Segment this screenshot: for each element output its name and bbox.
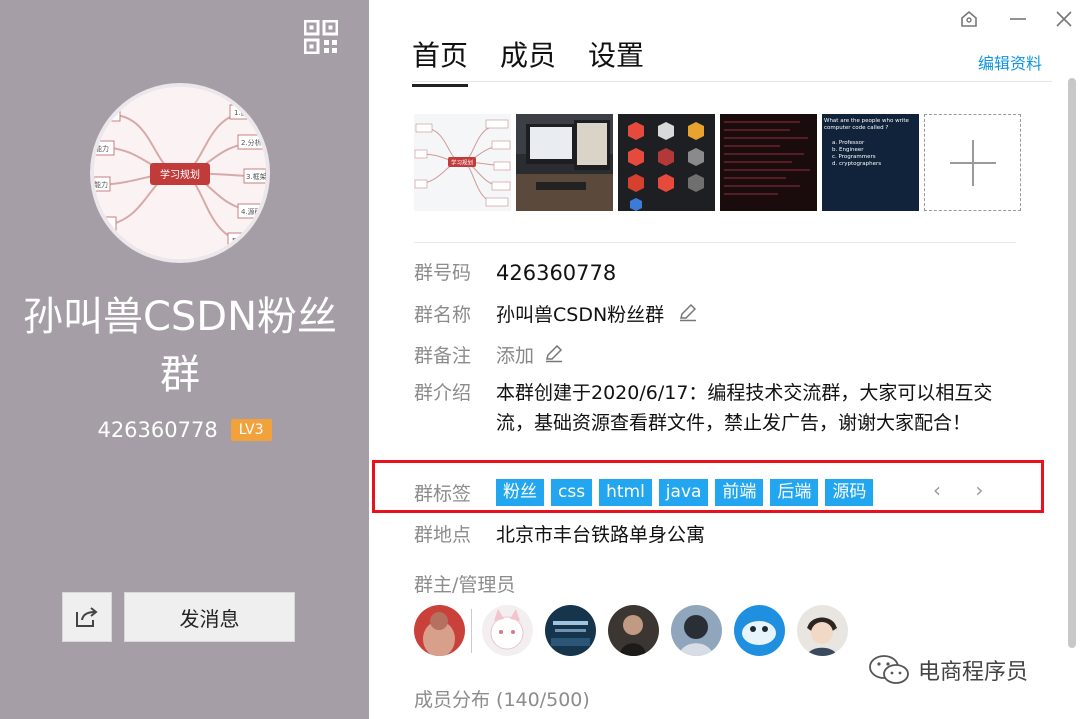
group-location-row: 群地点 北京市丰台铁路单身公寓 — [414, 520, 705, 550]
quiz-option-a: a. Professor — [832, 140, 865, 146]
edit-remark-icon[interactable] — [544, 342, 564, 372]
admin-avatar[interactable] — [608, 605, 659, 656]
photo-terminal[interactable] — [720, 114, 817, 211]
share-button[interactable] — [62, 592, 112, 642]
admins-label: 群主/管理员 — [414, 574, 516, 596]
minimize-icon[interactable] — [1007, 8, 1029, 30]
admin-avatar[interactable] — [734, 605, 785, 656]
group-intro-text: 本群创建于2020/6/17：编程技术交流群，大家可以相互交流，基础资源查看群文… — [496, 382, 993, 434]
watermark: 电商程序员 — [868, 653, 1028, 687]
group-intro-row: 群介绍 本群创建于2020/6/17：编程技术交流群，大家可以相互交流，基础资源… — [414, 378, 1016, 438]
tab-settings[interactable]: 设置 — [588, 34, 644, 87]
photo-desk-setup[interactable] — [516, 114, 613, 211]
mindmap-node-5: 5.开发 — [232, 236, 253, 245]
admin-avatar[interactable] — [545, 605, 596, 656]
group-number-label: 群号码 — [414, 262, 472, 284]
quiz-question: What are the people who write computer c… — [824, 118, 909, 131]
mindmap-node-1: 1.操作 — [234, 108, 255, 117]
admin-avatar[interactable] — [414, 605, 465, 656]
group-id-text: 426360778 — [97, 418, 218, 442]
group-name-value: 孙叫兽CSDN粉丝群 — [496, 300, 698, 331]
quiz-option-c: c. Programmers — [832, 154, 876, 160]
level-badge: LV3 — [230, 419, 272, 441]
group-remark-label: 群备注 — [414, 345, 472, 367]
photo-mindmap[interactable]: 学习规划 — [414, 114, 511, 211]
group-location-value: 北京市丰台铁路单身公寓 — [496, 524, 706, 546]
mindmap-node-2: 2.分析 — [241, 138, 262, 147]
scrollbar[interactable] — [1068, 78, 1076, 648]
photo-mindmap-center: 学习规划 — [451, 159, 473, 167]
mindmap-node-8: 能力 — [94, 180, 108, 189]
tab-members[interactable]: 成员 — [500, 34, 556, 87]
group-intro-label: 群介绍 — [414, 382, 472, 404]
group-remark-row: 群备注 添加 — [414, 341, 564, 372]
mindmap-node-4: 4.源码 — [241, 207, 262, 216]
mindmap-node-6: 能力 — [97, 110, 111, 119]
quiz-option-d: d. cryptographers — [832, 161, 882, 167]
group-id-row: 426360778 LV3 — [0, 418, 369, 442]
mindmap-node-7: 能力 — [95, 144, 109, 153]
wechat-icon — [869, 655, 909, 684]
qr-code-icon[interactable] — [303, 19, 339, 55]
group-remark-value[interactable]: 添加 — [496, 341, 564, 372]
pin-icon[interactable] — [958, 8, 980, 30]
edit-name-icon[interactable] — [678, 301, 698, 331]
plus-icon — [949, 139, 996, 186]
group-name-row: 群名称 孙叫兽CSDN粉丝群 — [414, 300, 698, 331]
watermark-text: 电商程序员 — [918, 660, 1029, 685]
group-location-label: 群地点 — [414, 524, 472, 546]
admin-avatar-list — [414, 605, 860, 656]
send-message-button[interactable]: 发消息 — [124, 592, 295, 642]
tab-bar: 首页 成员 设置 — [412, 34, 676, 87]
add-remark-text[interactable]: 添加 — [496, 345, 534, 367]
admin-avatar[interactable] — [671, 605, 722, 656]
group-profile-panel: 1.操作 2.分析 3.框架 4.源码 5.开发 能力 能力 能力 能力 学习规… — [0, 0, 369, 719]
group-name-title: 孙叫兽CSDN粉丝群 — [22, 294, 338, 398]
group-avatar[interactable]: 1.操作 2.分析 3.框架 4.源码 5.开发 能力 能力 能力 能力 学习规… — [90, 83, 270, 263]
mindmap-node-9: 能力 — [96, 220, 110, 229]
share-icon — [76, 607, 98, 627]
mindmap-center-text: 学习规划 — [160, 168, 200, 181]
group-photo-strip: 学习规划 What are the people who write compu… — [414, 114, 1021, 211]
add-photo-button[interactable] — [924, 114, 1021, 211]
tags-highlight-box — [372, 460, 1044, 513]
admin-avatar[interactable] — [797, 605, 848, 656]
group-number-row: 群号码 426360778 — [414, 258, 616, 288]
member-distribution-label: 成员分布 (140/500) — [414, 689, 590, 711]
group-name-text: 孙叫兽CSDN粉丝群 — [496, 304, 665, 326]
tab-divider — [412, 81, 1052, 82]
group-name-label: 群名称 — [414, 304, 472, 326]
mindmap-node-3: 3.框架 — [246, 172, 266, 181]
admin-avatar[interactable] — [482, 605, 533, 656]
photo-quiz[interactable]: What are the people who write computer c… — [822, 114, 919, 211]
tab-home[interactable]: 首页 — [412, 34, 469, 87]
owner-divider — [471, 608, 472, 653]
edit-profile-link[interactable]: 编辑资料 — [978, 50, 1042, 74]
section-divider — [414, 242, 1016, 243]
quiz-option-b: b. Engineer — [832, 147, 864, 153]
photo-icon-grid[interactable] — [618, 114, 715, 211]
group-number-value: 426360778 — [496, 261, 617, 285]
close-icon[interactable] — [1053, 8, 1075, 30]
